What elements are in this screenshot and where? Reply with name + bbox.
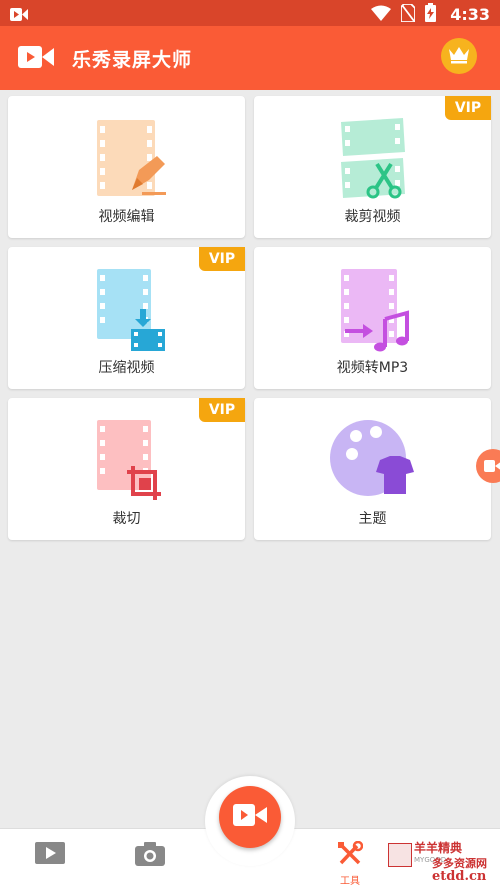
nav-tools-label: 工具 <box>340 876 360 887</box>
watermark-logo-icon <box>388 843 412 867</box>
tool-label: 裁剪视频 <box>344 209 401 225</box>
tool-card-theme[interactable]: 主题 <box>254 398 491 540</box>
tool-label: 压缩视频 <box>98 360 155 376</box>
tool-label: 主题 <box>358 511 387 527</box>
tool-label: 裁切 <box>112 511 141 527</box>
app-toolbar: 乐秀录屏大师 <box>0 26 500 90</box>
camera-icon <box>134 842 166 871</box>
tool-card-video-to-mp3[interactable]: 视频转MP3 <box>254 247 491 389</box>
crown-icon <box>447 44 471 68</box>
vip-crown-button[interactable] <box>441 38 477 74</box>
video-compress-icon <box>87 269 167 357</box>
tool-card-video-edit[interactable]: 视频编辑 <box>8 96 245 238</box>
watermark-line1: 羊羊精典 <box>414 841 463 855</box>
record-button[interactable] <box>219 786 281 848</box>
nav-videos[interactable] <box>20 841 80 869</box>
tool-label: 视频编辑 <box>98 209 155 225</box>
app-logo-icon <box>18 44 54 74</box>
screen-record-notification-icon <box>10 6 28 25</box>
vip-badge: VIP <box>199 247 245 271</box>
video-edit-icon <box>87 118 167 202</box>
video-trim-icon <box>333 118 413 204</box>
tool-card-video-compress[interactable]: VIP 压缩视频 <box>8 247 245 389</box>
watermark: 羊羊精典 MYGOOD 多多资源网 etdd.cn <box>388 839 498 887</box>
tools-icon <box>337 840 364 871</box>
status-bar: 4:33 <box>0 0 500 26</box>
vip-badge: VIP <box>445 96 491 120</box>
nav-tools[interactable]: 工具 <box>320 840 380 887</box>
nav-screenshots[interactable] <box>120 841 180 871</box>
tool-label: 视频转MP3 <box>336 360 409 376</box>
watermark-line3: etdd.cn <box>432 869 487 884</box>
theme-palette-icon <box>328 420 418 508</box>
no-sim-icon <box>400 2 417 26</box>
crop-icon <box>87 420 167 508</box>
wifi-icon <box>371 5 392 25</box>
video-camera-icon <box>484 457 500 476</box>
clock: 4:33 <box>450 5 490 24</box>
battery-charging-icon <box>425 3 437 26</box>
tool-card-video-trim[interactable]: VIP 裁剪视频 <box>254 96 491 238</box>
video-to-mp3-icon <box>333 269 413 357</box>
tool-card-crop[interactable]: VIP 裁切 <box>8 398 245 540</box>
app-title: 乐秀录屏大师 <box>72 49 193 71</box>
play-video-icon <box>34 842 66 869</box>
vip-badge: VIP <box>199 398 245 422</box>
video-camera-icon <box>233 804 267 830</box>
